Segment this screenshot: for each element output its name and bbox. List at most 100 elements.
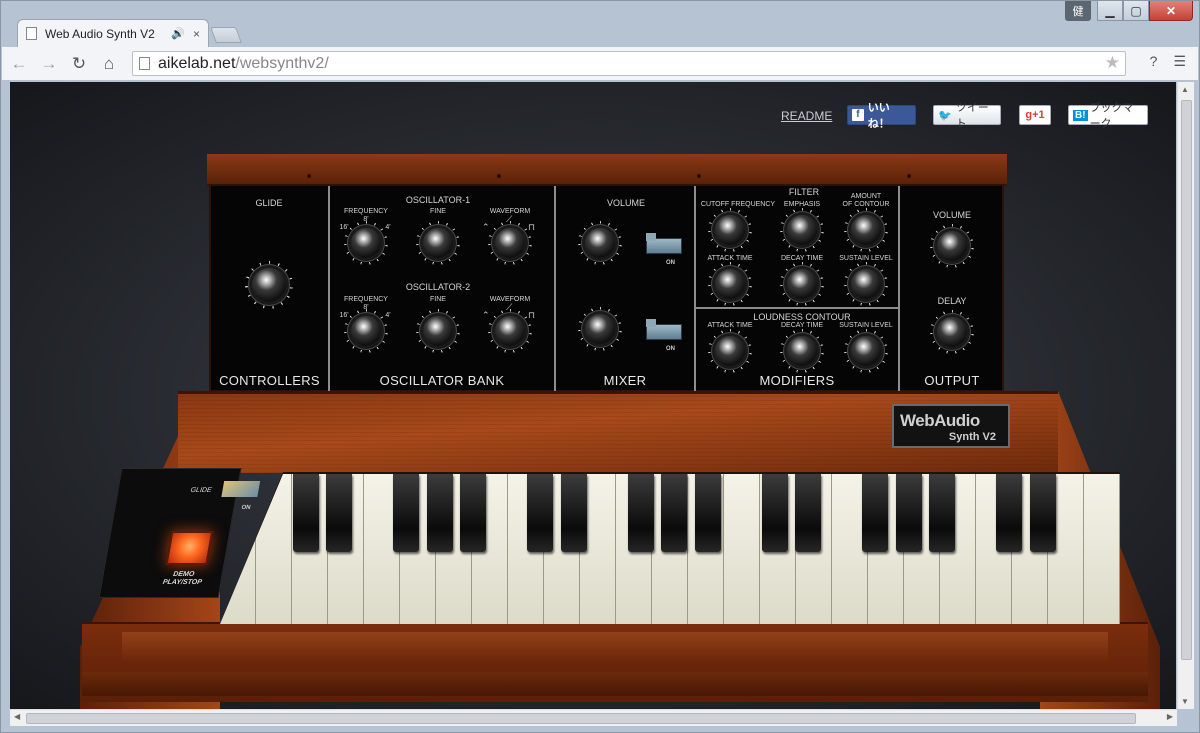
close-window-button[interactable]: ✕ xyxy=(1149,1,1193,21)
delay-knob[interactable] xyxy=(937,317,967,347)
tweet-button[interactable]: 🐦 ツイート xyxy=(933,102,1001,130)
black-key[interactable] xyxy=(862,474,889,552)
osc2-waveform-knob[interactable] xyxy=(495,316,525,346)
browser-tab[interactable]: Web Audio Synth V2 🔊 × xyxy=(17,19,209,47)
filter-sustain-label: SUSTAIN LEVEL xyxy=(839,255,893,262)
facebook-like-button[interactable]: f いいね！ xyxy=(847,102,916,130)
user-badge[interactable]: 健 xyxy=(1065,1,1091,21)
screw xyxy=(907,174,911,178)
front-base xyxy=(82,672,1148,696)
osc2-frequency-knob[interactable] xyxy=(351,316,381,346)
help-icon[interactable]: ? xyxy=(1150,53,1158,70)
section-output: VOLUME DELAY OUTPUT xyxy=(900,186,1004,394)
black-key[interactable] xyxy=(326,474,353,552)
triangle-wave-icon: ⌃ xyxy=(482,310,490,320)
black-key[interactable] xyxy=(527,474,554,552)
osc2-fine-knob[interactable] xyxy=(423,316,453,346)
black-key[interactable] xyxy=(292,474,319,552)
white-key[interactable] xyxy=(256,474,292,624)
osc1-waveform-knob[interactable] xyxy=(495,228,525,258)
black-key[interactable] xyxy=(761,474,788,552)
white-key[interactable] xyxy=(724,474,760,624)
mixer-switch-1[interactable] xyxy=(646,233,682,254)
bookmark-star-icon[interactable]: ★ xyxy=(1105,53,1120,73)
reload-button[interactable]: ↻ xyxy=(66,54,92,74)
black-key[interactable] xyxy=(460,474,487,552)
mixer-volume-2-knob[interactable] xyxy=(585,314,615,344)
modifiers-divider xyxy=(696,307,898,309)
loud-decay-knob[interactable] xyxy=(787,336,817,366)
black-key[interactable] xyxy=(694,474,721,552)
menu-icon[interactable]: ☰ xyxy=(1173,53,1186,70)
readme-link[interactable]: README xyxy=(781,109,832,123)
black-key[interactable] xyxy=(627,474,654,552)
back-button[interactable]: ← xyxy=(6,54,32,74)
glide-label: GLIDE xyxy=(255,198,283,208)
home-button[interactable]: ⌂ xyxy=(96,54,122,74)
osc2-4-label: 4' xyxy=(385,312,391,319)
browser-window: 健 ▁ ▢ ✕ Web Audio Synth V2 🔊 × ← → ↻ ⌂ a… xyxy=(0,0,1200,733)
section-controllers: GLIDE CONTROLLERS xyxy=(211,186,330,394)
forward-button[interactable]: → xyxy=(36,54,62,74)
hatena-icon: B! xyxy=(1073,109,1088,121)
black-key[interactable] xyxy=(795,474,822,552)
filter-attack-knob[interactable] xyxy=(715,269,745,299)
hatena-bookmark-button[interactable]: B! ブックマーク xyxy=(1068,102,1148,130)
toolbar-right: ? ☰ xyxy=(1150,53,1186,70)
black-key[interactable] xyxy=(895,474,922,552)
scroll-left-icon[interactable]: ◀ xyxy=(14,712,20,721)
screw xyxy=(697,174,701,178)
url-path: /websynthv2/ xyxy=(235,54,329,72)
section-oscillator-bank: OSCILLATOR-1 FREQUENCY FINE WAVEFORM 16'… xyxy=(330,186,556,394)
cutoff-knob[interactable] xyxy=(715,215,745,245)
horizontal-scroll-thumb[interactable] xyxy=(26,713,1136,724)
osc1-fine-knob[interactable] xyxy=(423,228,453,258)
mixer-on-label-1: ON xyxy=(666,260,675,266)
black-key[interactable] xyxy=(661,474,688,552)
filter-decay-knob[interactable] xyxy=(787,269,817,299)
url-host: aikelab.net xyxy=(158,54,236,72)
glide-switch[interactable] xyxy=(221,481,261,497)
screw xyxy=(307,174,311,178)
cutoff-label: CUTOFF FREQUENCY xyxy=(700,201,776,208)
osc1-frequency-knob[interactable] xyxy=(351,228,381,258)
mixer-volume-1-knob[interactable] xyxy=(585,228,615,258)
black-key[interactable] xyxy=(929,474,956,552)
glide-knob[interactable] xyxy=(252,268,286,302)
vertical-scroll-thumb[interactable] xyxy=(1181,100,1192,660)
loud-sustain-label: SUSTAIN LEVEL xyxy=(839,322,893,329)
black-key[interactable] xyxy=(996,474,1023,552)
speaker-icon: 🔊 xyxy=(171,28,185,40)
gplus-button[interactable]: g+1 xyxy=(1019,105,1051,125)
new-tab-button[interactable] xyxy=(210,27,242,43)
emphasis-knob[interactable] xyxy=(787,215,817,245)
emphasis-label: EMPHASIS xyxy=(783,201,821,208)
loud-attack-knob[interactable] xyxy=(715,336,745,366)
amount-knob[interactable] xyxy=(851,215,881,245)
maximize-button[interactable]: ▢ xyxy=(1123,1,1149,21)
tab-close-icon[interactable]: × xyxy=(193,27,200,41)
tweet-label: ツイート xyxy=(955,102,989,130)
minimize-button[interactable]: ▁ xyxy=(1097,1,1123,21)
scroll-up-icon[interactable]: ▲ xyxy=(1181,85,1189,94)
section-modifiers: FILTER CUTOFF FREQUENCY EMPHASIS AMOUNT … xyxy=(696,186,900,394)
vertical-scrollbar[interactable]: ▲ ▼ xyxy=(1177,82,1194,709)
address-bar[interactable]: aikelab.net/websynthv2/ ★ xyxy=(132,51,1126,76)
scroll-down-icon[interactable]: ▼ xyxy=(1181,697,1189,706)
kb-glide-on-label: ON xyxy=(240,505,251,511)
loud-sustain-knob[interactable] xyxy=(851,336,881,366)
kb-glide-label: GLIDE xyxy=(189,487,213,494)
black-key[interactable] xyxy=(1029,474,1056,552)
mixer-switch-2[interactable] xyxy=(646,319,682,340)
scroll-right-icon[interactable]: ▶ xyxy=(1167,712,1173,721)
horizontal-scrollbar[interactable]: ◀ ▶ xyxy=(10,709,1177,726)
demo-label-line1: DEMO xyxy=(172,571,195,578)
black-key[interactable] xyxy=(393,474,420,552)
black-key[interactable] xyxy=(426,474,453,552)
black-key[interactable] xyxy=(560,474,587,552)
demo-play-stop-button[interactable] xyxy=(165,531,214,565)
output-volume-knob[interactable] xyxy=(937,231,967,261)
demo-label-line2: PLAY/STOP xyxy=(162,579,203,586)
white-key[interactable] xyxy=(1084,474,1120,624)
filter-sustain-knob[interactable] xyxy=(851,269,881,299)
